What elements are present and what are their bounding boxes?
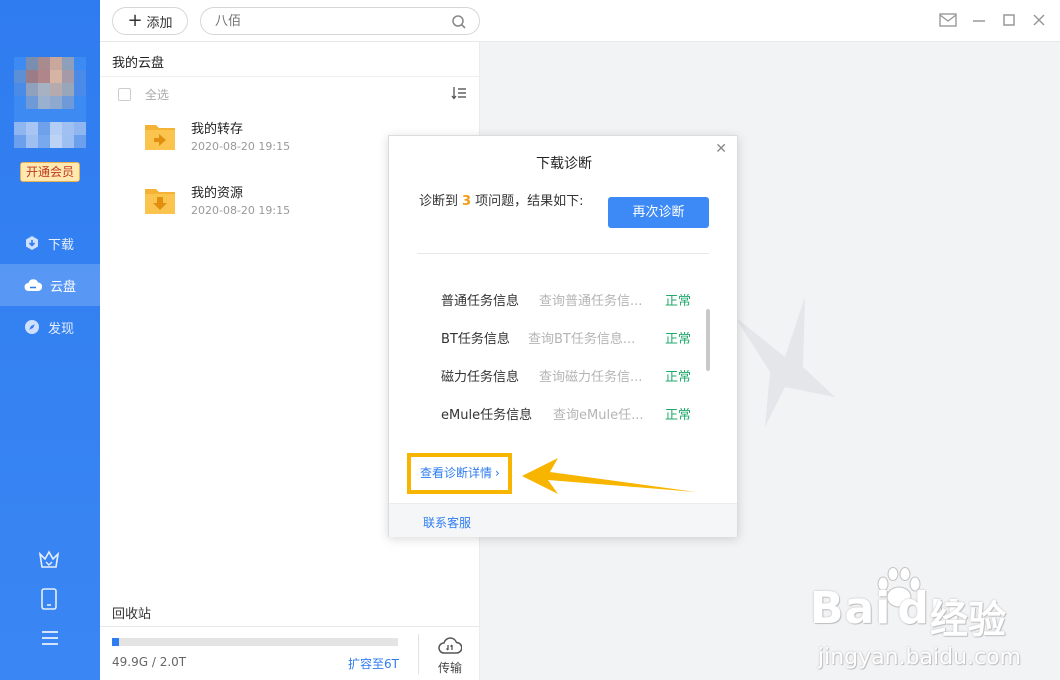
contact-support-link[interactable]: 联系客服 xyxy=(423,514,471,531)
summary-prefix: 诊断到 xyxy=(419,194,459,209)
plus-icon: + xyxy=(127,10,143,31)
row-status: 正常 xyxy=(665,332,692,347)
detail-link-label: 查看诊断详情 xyxy=(420,466,493,480)
mail-icon[interactable] xyxy=(939,12,957,28)
summary-suffix: 项问题，结果如下: xyxy=(475,194,584,209)
baidu-watermark: Bai du 经验 jingyan.baidu.com xyxy=(810,567,1050,677)
search-icon[interactable] xyxy=(451,14,467,30)
recycle-bin[interactable]: 回收站 xyxy=(112,603,151,622)
chevron-right-icon: › xyxy=(495,466,500,480)
storage-bar xyxy=(112,638,398,646)
diagnosis-row: 磁力任务信息 查询磁力任务信... 正常 xyxy=(441,366,701,386)
view-details-link[interactable]: 查看诊断详情 › xyxy=(407,453,512,494)
maximize-icon[interactable] xyxy=(1001,12,1017,28)
divider xyxy=(100,626,480,627)
compass-icon xyxy=(25,320,39,334)
vip-badge[interactable]: 开通会员 xyxy=(20,162,80,182)
thunder-bird-logo xyxy=(735,297,835,427)
cloud-icon xyxy=(24,279,42,291)
select-all-label: 全选 xyxy=(145,88,170,102)
divider xyxy=(418,634,419,674)
folder-transfer-icon xyxy=(145,125,175,150)
nav-label: 发现 xyxy=(48,321,75,337)
phone-icon[interactable] xyxy=(41,588,57,610)
rediagnose-button[interactable]: 再次诊断 xyxy=(608,197,709,228)
crown-icon[interactable] xyxy=(38,550,60,570)
scrollbar[interactable] xyxy=(706,309,710,371)
divider xyxy=(417,253,709,254)
file-date: 2020-08-20 19:15 xyxy=(191,140,291,153)
diagnosis-row: 普通任务信息 查询普通任务信... 正常 xyxy=(441,290,701,310)
row-status: 正常 xyxy=(665,370,692,385)
row-name: 普通任务信息 xyxy=(441,294,520,309)
row-desc: 查询BT任务信息... xyxy=(528,332,636,347)
search-box[interactable] xyxy=(200,7,480,35)
nav-discover[interactable]: 发现 xyxy=(0,306,100,348)
top-bar: + 添加 xyxy=(100,0,1060,42)
brand-text: Bai xyxy=(810,583,892,634)
dialog-footer: 联系客服 xyxy=(389,503,737,537)
sidebar: 开通会员 下载 云盘 发现 xyxy=(0,0,100,680)
row-desc: 查询eMule任... xyxy=(553,408,644,423)
panel-title: 我的云盘 xyxy=(112,56,165,71)
select-all[interactable]: 全选 xyxy=(118,86,169,103)
sort-icon[interactable] xyxy=(451,86,467,100)
row-status: 正常 xyxy=(665,408,692,423)
transfer-button[interactable]: 传输 xyxy=(432,636,468,676)
storage-bar-fill xyxy=(112,638,120,646)
row-status: 正常 xyxy=(665,294,692,309)
file-name: 我的资源 xyxy=(191,186,244,201)
search-input[interactable] xyxy=(215,12,435,30)
diagnosis-row: BT任务信息 查询BT任务信息... 正常 xyxy=(441,328,701,348)
file-name: 我的转存 xyxy=(191,122,244,137)
row-name: 磁力任务信息 xyxy=(441,370,520,385)
select-all-checkbox[interactable] xyxy=(118,88,131,101)
nav-download[interactable]: 下载 xyxy=(0,222,100,264)
dialog-title: 下载诊断 xyxy=(536,156,592,172)
expand-storage-link[interactable]: 扩容至6T xyxy=(348,655,399,672)
issue-count: 3 xyxy=(462,194,472,209)
diagnosis-row: eMule任务信息 查询eMule任... 正常 xyxy=(441,404,701,424)
nav-label: 云盘 xyxy=(50,279,77,295)
nav-label: 下载 xyxy=(48,237,75,253)
minimize-icon[interactable] xyxy=(971,12,987,28)
close-window-icon[interactable] xyxy=(1031,12,1047,28)
avatar[interactable] xyxy=(14,57,86,148)
menu-icon[interactable] xyxy=(40,630,60,646)
diagnosis-summary: 诊断到 3 项问题，结果如下: xyxy=(419,191,599,213)
row-desc: 查询磁力任务信... xyxy=(539,370,643,385)
file-date: 2020-08-20 19:15 xyxy=(191,204,291,217)
download-icon xyxy=(26,236,38,250)
baidu-jingyan: 经验 xyxy=(930,598,1007,642)
row-name: BT任务信息 xyxy=(441,332,510,347)
baidu-url: jingyan.baidu.com xyxy=(818,645,1022,670)
row-desc: 查询普通任务信... xyxy=(539,294,643,309)
row-name: eMule任务信息 xyxy=(441,408,533,423)
transfer-label: 传输 xyxy=(437,661,462,675)
add-label: 添加 xyxy=(146,15,173,31)
add-button[interactable]: + 添加 xyxy=(112,7,188,35)
folder-download-icon xyxy=(145,189,175,214)
divider xyxy=(100,76,480,77)
cloud-transfer-icon xyxy=(438,637,463,654)
arrow-annotation-icon xyxy=(522,458,696,494)
storage-text: 49.9G / 2.0T xyxy=(112,655,187,669)
nav-cloud[interactable]: 云盘 xyxy=(0,264,100,306)
